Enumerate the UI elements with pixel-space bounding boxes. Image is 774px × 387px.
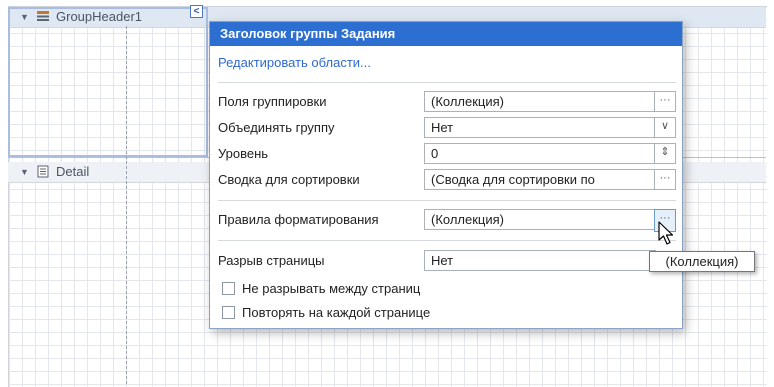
- detail-band-icon: [37, 165, 49, 178]
- band-label-detail: Detail: [56, 164, 90, 179]
- panel-title: Заголовок группы Задания: [210, 22, 682, 46]
- checkbox[interactable]: [222, 306, 235, 319]
- field-group-fields: Поля группировки (Коллекция) ···: [218, 91, 676, 112]
- field-formatting-rules: Правила форматирования (Коллекция) ···: [218, 209, 676, 232]
- checkbox[interactable]: [222, 282, 235, 295]
- band-selection-frame: [8, 7, 208, 157]
- field-label: Сводка для сортировки: [218, 172, 360, 187]
- sort-summary-input[interactable]: (Сводка для сортировки по ···: [424, 169, 676, 190]
- checkbox-keep-together-pages[interactable]: Не разрывать между страниц: [222, 280, 642, 298]
- page-break-select[interactable]: Нет: [424, 250, 656, 271]
- group-fields-input[interactable]: (Коллекция) ···: [424, 91, 676, 112]
- field-label: Разрыв страницы: [218, 253, 325, 268]
- keep-together-select[interactable]: Нет ∨: [424, 117, 676, 138]
- margin-guide: [126, 26, 127, 384]
- smart-tag-button[interactable]: <: [190, 5, 203, 18]
- field-label: Объединять группу: [218, 120, 335, 135]
- level-spin-input[interactable]: 0 ⇕: [424, 143, 676, 164]
- field-page-break: Разрыв страницы Нет: [218, 250, 676, 271]
- mouse-pointer-icon: [658, 221, 674, 245]
- separator: [218, 240, 676, 241]
- field-label: Уровень: [218, 146, 269, 161]
- ellipsis-button[interactable]: ···: [654, 170, 675, 189]
- field-label: Поля группировки: [218, 94, 327, 109]
- spin-arrows-icon[interactable]: ⇕: [654, 144, 675, 163]
- field-sort-summary: Сводка для сортировки (Сводка для сортир…: [218, 169, 676, 190]
- group-header-tasks-panel: Заголовок группы Задания Редактировать о…: [209, 21, 683, 329]
- field-keep-together: Объединять группу Нет ∨: [218, 117, 676, 138]
- separator: [218, 82, 676, 83]
- ellipsis-button[interactable]: ···: [654, 92, 675, 111]
- field-label: Правила форматирования: [218, 212, 379, 227]
- formatting-rules-input[interactable]: (Коллекция) ···: [424, 209, 676, 232]
- collapse-arrow-icon[interactable]: ▼: [20, 167, 29, 177]
- separator: [218, 200, 676, 201]
- edit-bands-link[interactable]: Редактировать области...: [218, 55, 371, 70]
- tooltip: (Коллекция): [649, 251, 755, 272]
- chevron-down-icon[interactable]: ∨: [654, 118, 675, 137]
- checkbox-repeat-every-page[interactable]: Повторять на каждой странице: [222, 304, 642, 322]
- field-level: Уровень 0 ⇕: [218, 143, 676, 164]
- report-designer: ▼ GroupHeader1 < ▼ Detail Заголовок груп…: [0, 0, 774, 387]
